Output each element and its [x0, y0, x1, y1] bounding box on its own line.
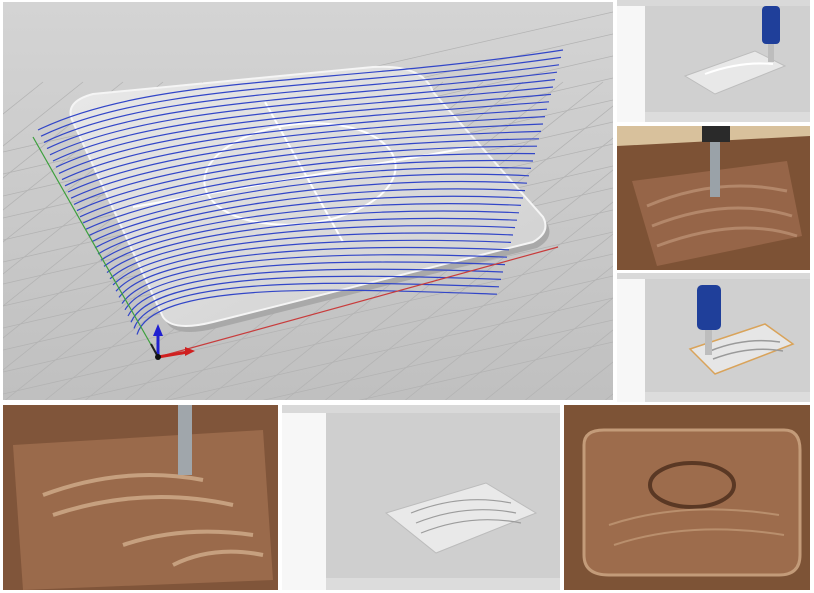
cutting-bit	[178, 405, 192, 475]
software-viewport	[645, 279, 810, 402]
carved-wood-curves	[3, 405, 278, 590]
router-bit-icon	[697, 285, 721, 330]
carved-wood-circle	[564, 405, 810, 590]
cam-software-bit-top	[617, 0, 810, 122]
object-tree-panel	[282, 413, 327, 590]
object-tree-panel	[617, 6, 646, 122]
cam-software-simulation	[282, 405, 560, 590]
software-viewport	[326, 413, 560, 590]
cutting-bit	[710, 142, 720, 197]
toolpath-render-canvas	[3, 2, 613, 400]
toolpath-3d-view	[3, 2, 613, 400]
object-tree-panel	[617, 279, 646, 402]
cam-software-bit-mid	[617, 273, 810, 402]
router-bit-icon	[762, 6, 780, 44]
spindle-collet	[702, 126, 730, 142]
software-viewport	[645, 6, 810, 122]
cnc-bit-in-wood-top	[617, 126, 810, 270]
